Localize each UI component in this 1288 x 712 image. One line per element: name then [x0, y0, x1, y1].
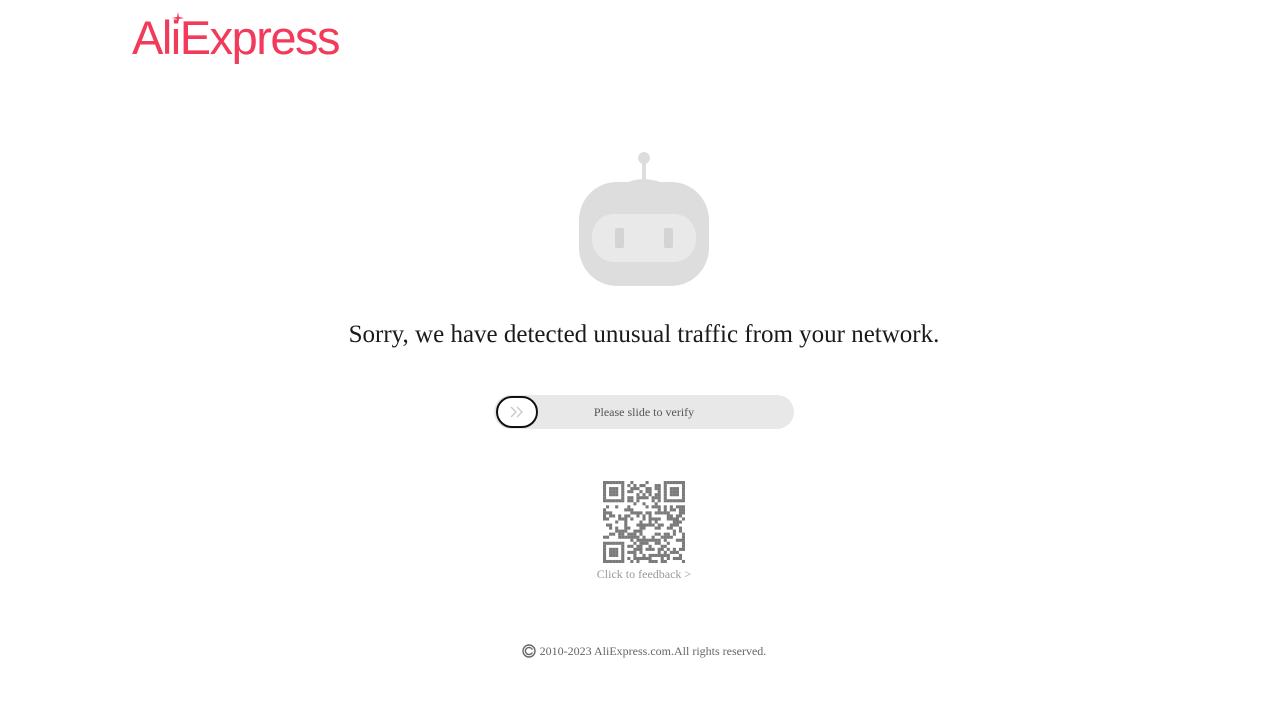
- page: AliExpress Sorry, we have detected unusu…: [0, 0, 1288, 712]
- double-chevron-right-icon: [510, 406, 523, 418]
- copyright-icon: [521, 644, 536, 658]
- feedback-link[interactable]: Click to feedback >: [0, 566, 1288, 582]
- logo-text: AliExpress: [132, 10, 341, 64]
- slide-verify-label: Please slide to verify: [593, 405, 695, 419]
- footer: 2010-2023 AliExpress.com.All rights rese…: [0, 643, 1288, 659]
- slide-verify-handle[interactable]: [496, 396, 538, 428]
- aliexpress-logo[interactable]: AliExpress: [132, 6, 341, 68]
- error-headline: Sorry, we have detected unusual traffic …: [348, 321, 940, 348]
- feedback-qr-code: [603, 481, 685, 563]
- robot-icon: [579, 152, 709, 286]
- copyright-text: 2010-2023 AliExpress.com.All rights rese…: [539, 644, 767, 658]
- logo-star-icon: [172, 12, 184, 24]
- slide-verify-track[interactable]: Please slide to verify: [494, 395, 794, 429]
